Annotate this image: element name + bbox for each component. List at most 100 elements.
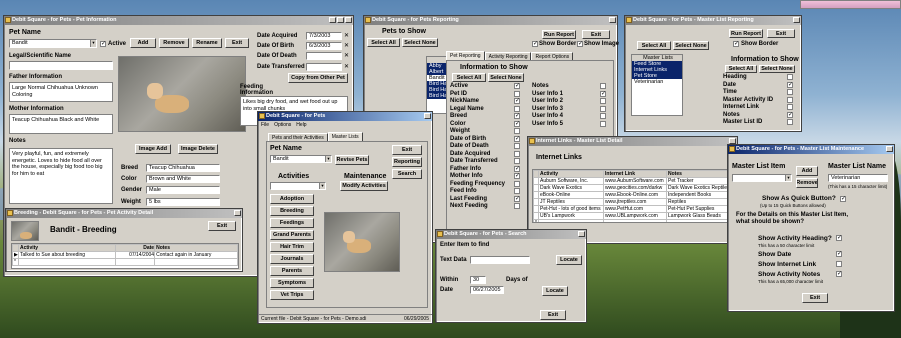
- add-pet-button[interactable]: Add: [130, 38, 156, 48]
- color-field[interactable]: Brown and White: [146, 175, 220, 183]
- locate-button[interactable]: Locate: [542, 286, 568, 296]
- report-field-checkbox[interactable]: ✓: [600, 90, 606, 97]
- table-row[interactable]: *: [12, 258, 238, 266]
- activity-button[interactable]: Grand Parents: [270, 230, 314, 240]
- table-cell[interactable]: Pet Tracker: [666, 177, 733, 185]
- table-row[interactable]: eBook-Online www.Ebook-Online.com Independ…: [533, 191, 733, 199]
- master-report-field-checkbox[interactable]: [787, 119, 793, 125]
- select-none-button[interactable]: Select None: [673, 41, 709, 50]
- table-cell[interactable]: Reptiles: [666, 198, 733, 206]
- table-row[interactable]: Dark Wave Exotics www.geocities.com/darkw…: [533, 184, 733, 192]
- col-activity[interactable]: Activity: [537, 170, 605, 178]
- chevron-down-icon[interactable]: ▼: [325, 156, 331, 162]
- table-row[interactable]: Pet-Hut - lots of good items www.PetHut.c…: [533, 205, 733, 213]
- exit-button[interactable]: Exit: [767, 29, 795, 38]
- chevron-down-icon[interactable]: ▼: [785, 175, 791, 181]
- table-row[interactable]: ▶ Talked to Sue about breeding 07/14/200…: [12, 251, 238, 259]
- pet-info-titlebar[interactable]: Debit Square - for Pets - Pet Informatio…: [4, 16, 353, 25]
- activities-select[interactable]: ▼: [270, 182, 326, 190]
- show-quick-button-checkbox[interactable]: ✓: [840, 196, 846, 202]
- master-list-name-field[interactable]: Veterinarian: [828, 174, 888, 182]
- activity-button[interactable]: Parents: [270, 266, 314, 276]
- father-info-field[interactable]: Large Normal Chihuahua Unknown Coloring: [9, 82, 113, 102]
- report-field-checkbox[interactable]: [514, 143, 520, 149]
- remove-button[interactable]: Remove: [796, 178, 818, 188]
- report-field-checkbox[interactable]: ✓: [514, 173, 520, 179]
- table-cell[interactable]: [603, 219, 668, 222]
- maximize-icon[interactable]: [337, 17, 344, 23]
- table-cell[interactable]: www.UBLampwork.com: [603, 212, 668, 220]
- activity-button[interactable]: Hair Trim: [270, 242, 314, 252]
- report-field-checkbox[interactable]: ✓: [514, 195, 520, 202]
- master-report-field-checkbox[interactable]: ✓: [787, 111, 793, 118]
- exit-button[interactable]: Exit: [540, 310, 566, 320]
- table-cell[interactable]: www.jtreptiles.com: [603, 198, 668, 206]
- report-field-checkbox[interactable]: [600, 120, 606, 127]
- report-field-checkbox[interactable]: [600, 98, 606, 104]
- select-none-button[interactable]: Select None: [488, 73, 524, 82]
- table-cell[interactable]: JT Reptiles: [537, 198, 605, 206]
- table-cell[interactable]: www.AuburnSoftware.com: [603, 177, 668, 185]
- gender-field[interactable]: Male: [146, 186, 220, 194]
- report-field-checkbox[interactable]: ✓: [514, 83, 520, 89]
- table-cell[interactable]: Independent Books: [666, 191, 733, 199]
- table-row[interactable]: Auburn Software, Inc. www.AuburnSoftware.…: [533, 177, 733, 185]
- date-acquired-field[interactable]: 7/3/2003: [306, 32, 342, 40]
- report-field-checkbox[interactable]: [514, 150, 520, 157]
- table-cell[interactable]: [666, 219, 733, 222]
- cell-date[interactable]: 07/14/2004: [114, 251, 156, 259]
- close-icon[interactable]: [609, 17, 616, 23]
- report-field-checkbox[interactable]: ✓: [514, 98, 520, 104]
- select-all-button[interactable]: Select All: [637, 41, 671, 50]
- report-field-checkbox[interactable]: [514, 203, 520, 209]
- add-button[interactable]: Add: [796, 166, 818, 176]
- report-field-checkbox[interactable]: [600, 83, 606, 89]
- pet-name-select[interactable]: Bandit ▼: [270, 155, 332, 163]
- run-report-button[interactable]: Run Report: [542, 30, 576, 39]
- close-icon[interactable]: [234, 210, 241, 216]
- clear-icon[interactable]: ✕: [344, 32, 349, 39]
- tab-pets-activities[interactable]: Pets and their Activities: [268, 133, 328, 141]
- report-field-checkbox[interactable]: [514, 180, 520, 187]
- exit-button[interactable]: Exit: [208, 221, 236, 231]
- menu-file[interactable]: File: [261, 121, 269, 129]
- table-row[interactable]: JT Reptiles www.jtreptiles.com Reptiles: [533, 198, 733, 206]
- close-icon[interactable]: [793, 17, 800, 23]
- report-field-checkbox[interactable]: [514, 188, 520, 194]
- table-cell[interactable]: Lampwork Glass Beads: [666, 212, 733, 220]
- master-list-item-select[interactable]: ▼: [732, 174, 792, 182]
- tab-activity-reporting[interactable]: Activity Reporting: [484, 52, 532, 60]
- table-cell[interactable]: Auburn Software, Inc.: [537, 177, 605, 185]
- master-report-field-checkbox[interactable]: [787, 96, 793, 103]
- mother-info-field[interactable]: Teacup Chihuahua Black and White: [9, 114, 113, 134]
- activity-button[interactable]: Vet Trips: [270, 290, 314, 300]
- table-cell[interactable]: www.Ebook-Online.com: [603, 191, 668, 199]
- exit-button[interactable]: Exit: [392, 145, 422, 155]
- desktop-taskbar-stub[interactable]: [800, 0, 901, 9]
- close-icon[interactable]: [424, 113, 431, 119]
- image-delete-button[interactable]: Image Delete: [178, 144, 218, 154]
- show-image-checkbox[interactable]: ✓: [577, 41, 583, 47]
- master-reporting-titlebar[interactable]: Debit Square - for Pets - Master List Re…: [625, 16, 801, 25]
- master-maint-titlebar[interactable]: Debit Square - for Pets - Master List Ma…: [728, 145, 894, 154]
- table-cell[interactable]: Dark Wave Exotics: [537, 184, 605, 192]
- breeding-activity-table[interactable]: Activity Date Notes ▶ Talked to Sue abou…: [11, 243, 239, 269]
- table-cell[interactable]: Dark Wave Exotics Reptiles: [666, 184, 733, 192]
- date-transferred-field[interactable]: [306, 63, 342, 71]
- master-report-field-checkbox[interactable]: [787, 104, 793, 110]
- report-field-checkbox[interactable]: ✓: [514, 135, 520, 142]
- remove-pet-button[interactable]: Remove: [159, 38, 189, 48]
- table-cell[interactable]: [537, 219, 605, 222]
- report-field-checkbox[interactable]: ✓: [514, 113, 520, 119]
- internet-links-titlebar[interactable]: Internet Links - Master List Detail: [528, 137, 737, 146]
- main-titlebar[interactable]: Debit Square - for Pets: [258, 112, 432, 121]
- rename-pet-button[interactable]: Rename: [192, 38, 222, 48]
- table-cell[interactable]: UB's Lampwork: [537, 212, 605, 220]
- menu-help[interactable]: Help: [296, 121, 306, 129]
- select-none-button[interactable]: Select None: [402, 38, 438, 47]
- image-add-button[interactable]: Image Add: [135, 144, 171, 154]
- table-row[interactable]: *: [533, 219, 733, 222]
- master-report-field-checkbox[interactable]: [787, 74, 793, 80]
- minimize-icon[interactable]: [329, 17, 336, 23]
- close-icon[interactable]: [345, 17, 352, 23]
